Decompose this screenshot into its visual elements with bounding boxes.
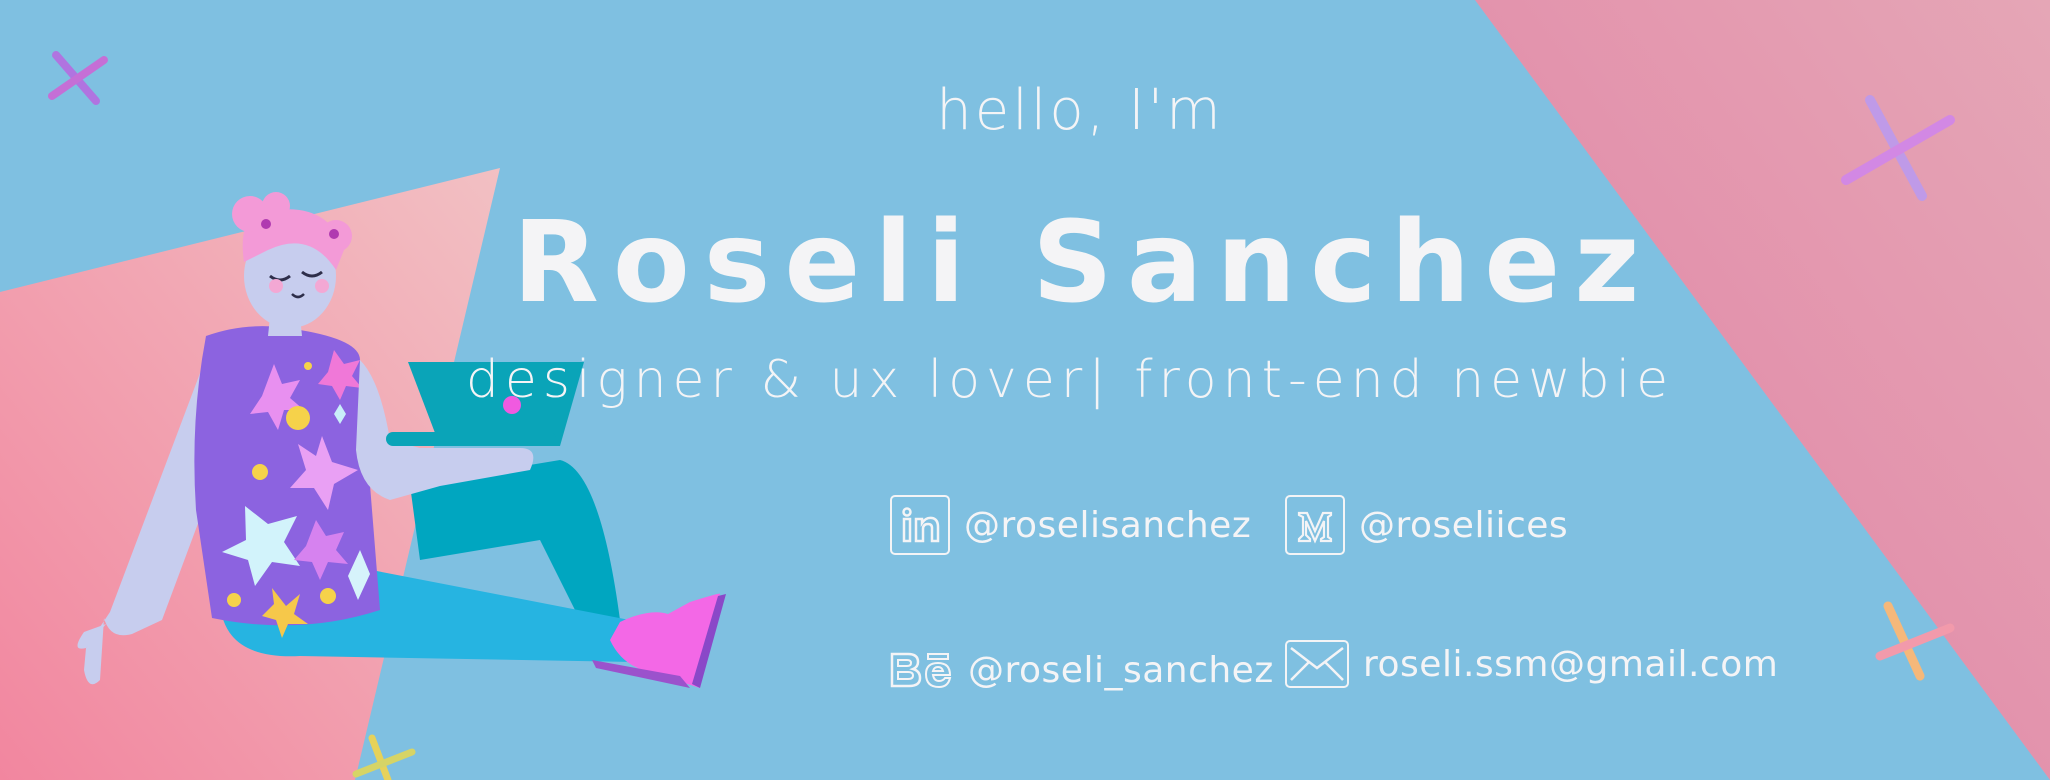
- mail-icon: [1285, 640, 1349, 688]
- person-name: Roseli Sanchez: [512, 198, 1654, 328]
- cross-bottom-left-icon: [352, 734, 416, 780]
- linkedin-handle[interactable]: @roselisanchez: [964, 505, 1251, 546]
- greeting-text: hello, I'm: [936, 78, 1224, 143]
- contact-linkedin[interactable]: @roselisanchez: [890, 495, 1251, 555]
- contact-behance[interactable]: @roseli_sanchez: [888, 640, 1274, 700]
- linkedin-icon: [890, 495, 950, 555]
- email-address[interactable]: roseli.ssm@gmail.com: [1363, 644, 1778, 685]
- medium-handle[interactable]: @roseliices: [1359, 505, 1568, 546]
- behance-icon: [888, 640, 954, 700]
- tagline: designer & ux lover| front-end newbie: [465, 350, 1675, 410]
- contact-email[interactable]: roseli.ssm@gmail.com: [1285, 640, 1778, 688]
- contact-medium[interactable]: @roseliices: [1285, 495, 1568, 555]
- medium-icon: [1285, 495, 1345, 555]
- behance-handle[interactable]: @roseli_sanchez: [968, 650, 1274, 691]
